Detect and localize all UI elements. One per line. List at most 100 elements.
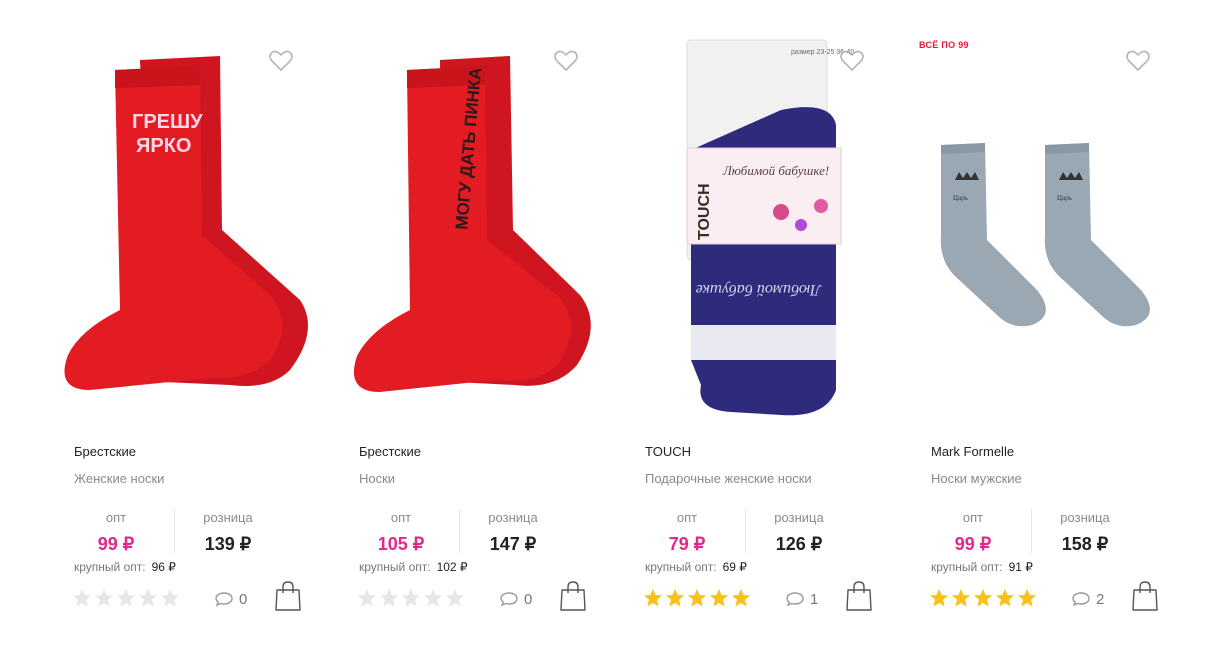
price-block: опт 99 ₽ розница 139 ₽ xyxy=(56,505,296,555)
comment-icon xyxy=(215,592,233,607)
star-icon[interactable] xyxy=(401,588,421,608)
comments-link[interactable]: 0 xyxy=(499,588,532,610)
retail-price-col: розница 126 ₽ xyxy=(749,505,849,555)
rating-stars[interactable] xyxy=(357,588,465,610)
star-icon[interactable] xyxy=(687,588,707,608)
product-brand[interactable]: TOUCH xyxy=(645,444,691,459)
comments-link[interactable]: 2 xyxy=(1071,588,1104,610)
product-card[interactable]: МОГУ ДАТЬ ПИНКА Брестские Носки опт 105 … xyxy=(341,0,627,646)
opt-price-col: опт 79 ₽ xyxy=(637,505,737,555)
sock-photo: Царь Царь xyxy=(940,143,1150,327)
product-title[interactable]: Носки xyxy=(359,471,395,486)
rating-stars[interactable] xyxy=(929,588,1037,610)
label-text: Любимой бабушке! xyxy=(722,163,829,178)
sock-print-right: Царь xyxy=(1057,194,1072,202)
product-card[interactable]: размер 23-25 36-40 Любимой бабушке TOUCH… xyxy=(627,0,913,646)
product-title[interactable]: Женские носки xyxy=(74,471,164,486)
comments-link[interactable]: 0 xyxy=(214,588,247,610)
comment-icon xyxy=(500,592,518,607)
sock-photo: МОГУ ДАТЬ ПИНКА xyxy=(353,56,591,392)
bulk-price: крупный опт: 96 ₽ xyxy=(74,560,176,574)
star-icon[interactable] xyxy=(116,588,136,608)
product-brand[interactable]: Брестские xyxy=(74,444,136,459)
shopping-bag-icon[interactable] xyxy=(845,580,873,612)
star-icon[interactable] xyxy=(357,588,377,608)
retail-price: 139 ₽ xyxy=(204,534,252,554)
comments-count: 0 xyxy=(239,590,248,608)
retail-price-col: розница 147 ₽ xyxy=(463,505,563,555)
star-icon[interactable] xyxy=(138,588,158,608)
opt-price-col: опт 105 ₽ xyxy=(351,505,451,555)
heart-icon[interactable] xyxy=(268,48,294,74)
star-icon[interactable] xyxy=(731,588,751,608)
opt-price-col: опт 99 ₽ xyxy=(923,505,1023,555)
bulk-value: 91 ₽ xyxy=(1008,560,1033,574)
product-brand[interactable]: Брестские xyxy=(359,444,421,459)
retail-price: 147 ₽ xyxy=(489,534,537,554)
opt-label: опт xyxy=(105,510,127,525)
bulk-price: крупный опт: 91 ₽ xyxy=(931,560,1033,574)
rating-stars[interactable] xyxy=(643,588,751,610)
price-divider xyxy=(745,509,746,553)
opt-price: 105 ₽ xyxy=(377,534,425,554)
price-block: опт 99 ₽ розница 158 ₽ xyxy=(913,505,1153,555)
product-card[interactable]: ВСЁ ПО 99 Царь Царь Mark Formelle Носки … xyxy=(913,0,1199,646)
star-icon[interactable] xyxy=(951,588,971,608)
heart-icon[interactable] xyxy=(839,48,865,74)
sock-print-left: Царь xyxy=(953,194,968,202)
shopping-bag-icon[interactable] xyxy=(274,580,302,612)
retail-label: розница xyxy=(203,510,253,525)
bulk-price: крупный опт: 102 ₽ xyxy=(359,560,468,574)
sock-print: Любимой бабушке xyxy=(696,281,822,298)
product-title[interactable]: Подарочные женские носки xyxy=(645,471,812,486)
retail-label: розница xyxy=(488,510,538,525)
star-icon[interactable] xyxy=(995,588,1015,608)
star-icon[interactable] xyxy=(423,588,443,608)
star-icon[interactable] xyxy=(643,588,663,608)
price-block: опт 79 ₽ розница 126 ₽ xyxy=(627,505,867,555)
star-icon[interactable] xyxy=(94,588,114,608)
comments-link[interactable]: 1 xyxy=(785,588,818,610)
retail-price-col: розница 158 ₽ xyxy=(1035,505,1135,555)
product-brand[interactable]: Mark Formelle xyxy=(931,444,1014,459)
price-divider xyxy=(1031,509,1032,553)
star-icon[interactable] xyxy=(665,588,685,608)
comment-icon xyxy=(786,592,804,607)
sock-photo: размер 23-25 36-40 Любимой бабушке TOUCH… xyxy=(686,39,854,416)
product-image[interactable]: размер 23-25 36-40 Любимой бабушке TOUCH… xyxy=(631,30,885,420)
bulk-label: крупный опт: xyxy=(645,560,717,574)
retail-price: 126 ₽ xyxy=(775,534,823,554)
star-icon[interactable] xyxy=(1017,588,1037,608)
product-image[interactable]: МОГУ ДАТЬ ПИНКА xyxy=(345,30,599,420)
sock-photo: ГРЕШУ ЯРКО xyxy=(64,56,308,390)
star-icon[interactable] xyxy=(929,588,949,608)
star-icon[interactable] xyxy=(160,588,180,608)
shopping-bag-icon[interactable] xyxy=(1131,580,1159,612)
label-brand: TOUCH xyxy=(696,183,713,240)
rating-stars[interactable] xyxy=(72,588,180,610)
price-block: опт 105 ₽ розница 147 ₽ xyxy=(341,505,581,555)
opt-label: опт xyxy=(962,510,984,525)
opt-price-col: опт 99 ₽ xyxy=(66,505,166,555)
product-image[interactable]: ГРЕШУ ЯРКО xyxy=(60,30,314,420)
product-image[interactable]: Царь Царь xyxy=(917,30,1171,420)
price-divider xyxy=(459,509,460,553)
opt-price: 99 ₽ xyxy=(97,534,135,554)
star-icon[interactable] xyxy=(973,588,993,608)
star-icon[interactable] xyxy=(379,588,399,608)
retail-label: розница xyxy=(774,510,824,525)
comments-count: 0 xyxy=(524,590,533,608)
bulk-label: крупный опт: xyxy=(74,560,146,574)
star-icon[interactable] xyxy=(72,588,92,608)
shopping-bag-icon[interactable] xyxy=(559,580,587,612)
star-icon[interactable] xyxy=(445,588,465,608)
bulk-price: крупный опт: 69 ₽ xyxy=(645,560,747,574)
bulk-value: 96 ₽ xyxy=(151,560,176,574)
product-title[interactable]: Носки мужские xyxy=(931,471,1022,486)
star-icon[interactable] xyxy=(709,588,729,608)
heart-icon[interactable] xyxy=(553,48,579,74)
product-card[interactable]: ГРЕШУ ЯРКО Брестские Женские носки опт 9… xyxy=(56,0,342,646)
bulk-label: крупный опт: xyxy=(931,560,1003,574)
heart-icon[interactable] xyxy=(1125,48,1151,74)
price-divider xyxy=(174,509,175,553)
